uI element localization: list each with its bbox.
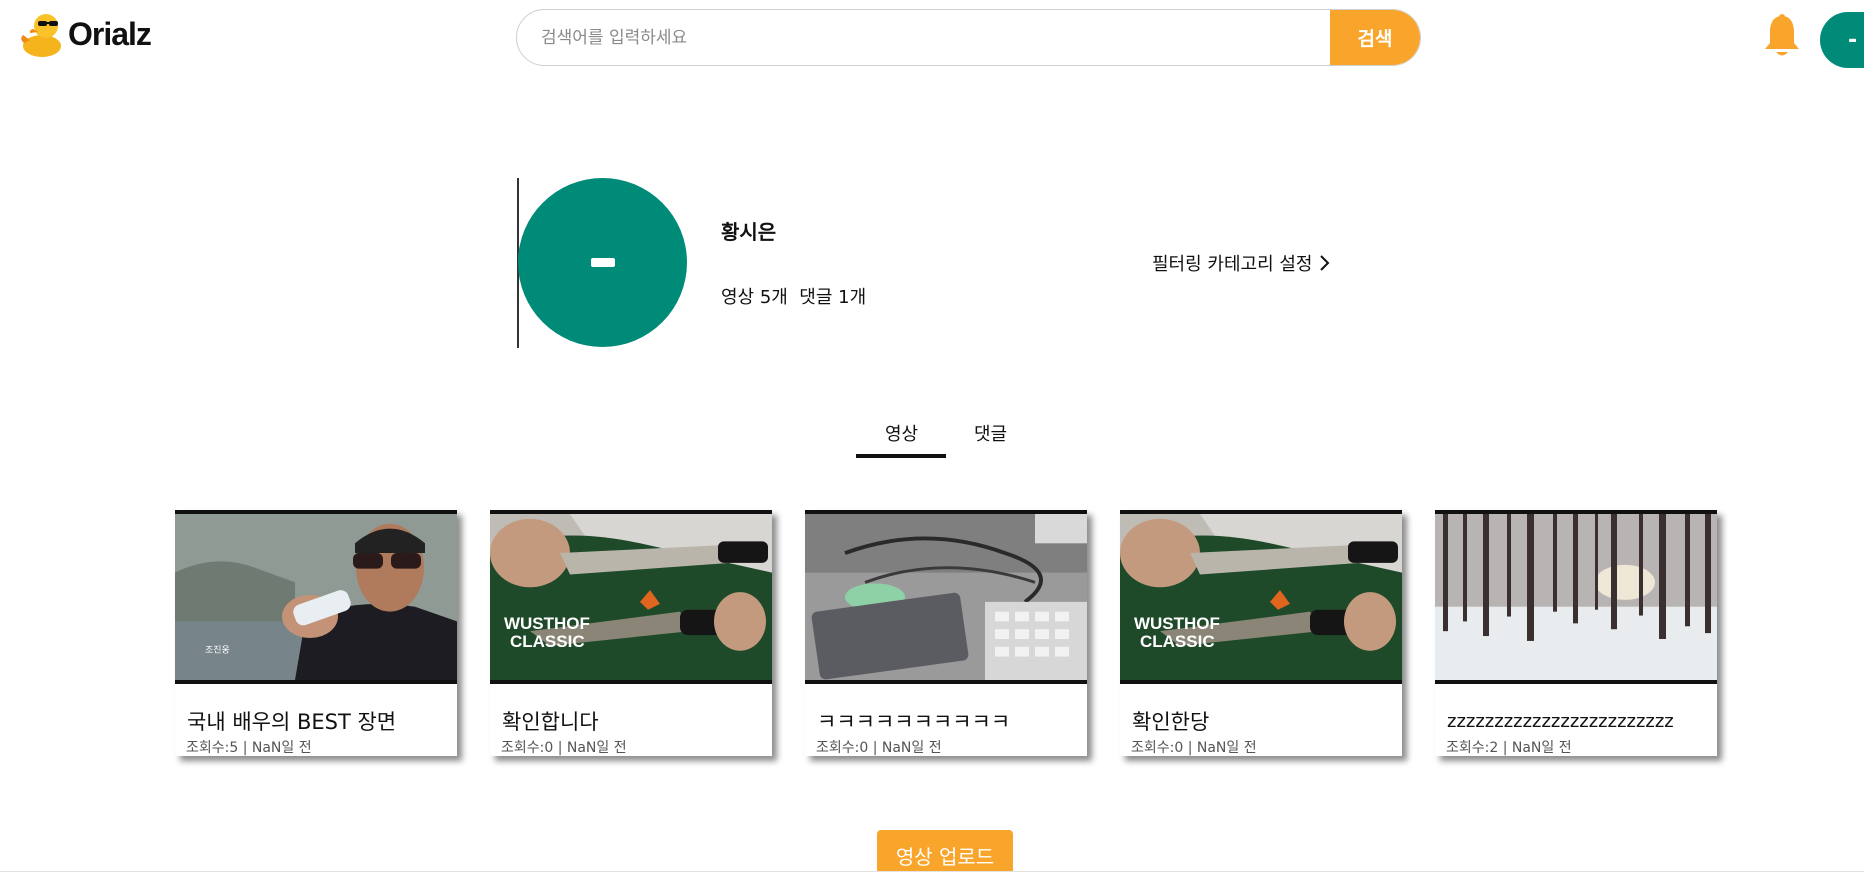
desk-cables-thumbnail (805, 514, 1087, 680)
user-avatar-button[interactable]: - (1820, 12, 1864, 68)
svg-text:조진웅: 조진웅 (205, 645, 230, 656)
knife-thumbnail: WUSTHOF CLASSIC (1120, 514, 1402, 680)
video-card[interactable]: 조진웅 국내 배우의 BEST 장면 조회수:5 | NaN일 전 (175, 510, 457, 756)
logo[interactable]: Orialz (18, 10, 152, 58)
knife-thumbnail: WUSTHOF CLASSIC (490, 514, 772, 680)
video-card[interactable]: WUSTHOF CLASSIC 확인한당 조회수:0 | NaN일 전 (1120, 510, 1402, 756)
video-title[interactable]: 확인합니다 (502, 706, 599, 736)
thumb-text-line2: CLASSIC (510, 632, 585, 651)
notification-bell-icon[interactable] (1762, 12, 1802, 62)
video-meta: 조회수:5 | NaN일 전 (186, 740, 312, 756)
logo-text: Orialz (68, 15, 152, 52)
chevron-right-icon (1320, 255, 1330, 271)
tab-videos[interactable]: 영상 (885, 420, 918, 446)
video-meta: 조회수:0 | NaN일 전 (1131, 740, 1257, 756)
tab-comments[interactable]: 댓글 (974, 420, 1007, 446)
snowy-forest-thumbnail (1435, 514, 1717, 680)
video-thumbnail[interactable]: 조진웅 (175, 514, 457, 684)
video-title[interactable]: 국내 배우의 BEST 장면 (187, 706, 396, 736)
video-meta: 조회수:2 | NaN일 전 (1446, 740, 1572, 756)
filter-link-label: 필터링 카테고리 설정 (1152, 254, 1313, 275)
thumb-text-line1: WUSTHOF (1134, 614, 1220, 633)
video-thumbnail[interactable] (1435, 514, 1717, 684)
thumb-text-line2: CLASSIC (1140, 632, 1215, 651)
video-card[interactable]: zzzzzzzzzzzzzzzzzzzzzzzz 조회수:2 | NaN일 전 (1435, 510, 1717, 756)
video-card[interactable]: WUSTHOF CLASSIC 확인합니다 조회수:0 | NaN일 전 (490, 510, 772, 756)
profile-stats: 영상 5개 댓글 1개 (721, 287, 867, 308)
search-button[interactable]: 검색 (1330, 10, 1420, 65)
video-thumbnail[interactable]: WUSTHOF CLASSIC (490, 514, 772, 684)
filter-category-settings-link[interactable]: 필터링 카테고리 설정 (1152, 250, 1330, 276)
video-title[interactable]: 확인한당 (1132, 706, 1209, 736)
top-header: Orialz 검색 - (0, 0, 1864, 78)
search-bar: 검색 (516, 9, 1421, 66)
profile-name: 황시은 (721, 220, 777, 244)
profile-avatar (518, 178, 687, 347)
upload-video-button[interactable]: 영상 업로드 (877, 830, 1013, 872)
search-input[interactable] (517, 10, 1330, 65)
video-meta: 조회수:0 | NaN일 전 (816, 740, 942, 756)
video-thumbnail[interactable]: WUSTHOF CLASSIC (1120, 514, 1402, 684)
video-title[interactable]: ㅋㅋㅋㅋㅋㅋㅋㅋㅋㅋ (817, 706, 1010, 736)
video-thumbnail[interactable] (805, 514, 1087, 684)
duck-logo-icon (21, 14, 61, 57)
thumb-text-line1: WUSTHOF (504, 614, 590, 633)
avatar-initial: - (1848, 27, 1858, 53)
avatar-dash-glyph (591, 258, 615, 267)
video-card[interactable]: ㅋㅋㅋㅋㅋㅋㅋㅋㅋㅋ 조회수:0 | NaN일 전 (805, 510, 1087, 756)
man-sunglasses-thumbnail: 조진웅 (175, 514, 457, 680)
video-meta: 조회수:0 | NaN일 전 (501, 740, 627, 756)
active-tab-indicator (856, 454, 946, 458)
video-title[interactable]: zzzzzzzzzzzzzzzzzzzzzzzz (1447, 711, 1674, 732)
